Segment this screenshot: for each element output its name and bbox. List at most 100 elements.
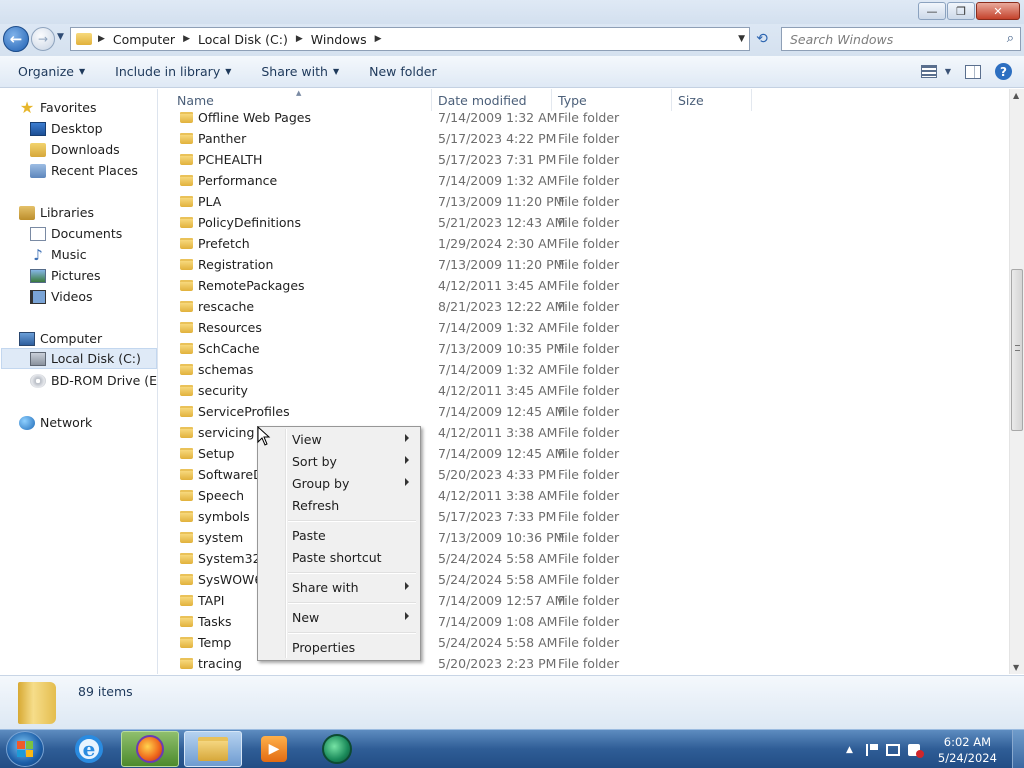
breadcrumb-local-disk[interactable]: Local Disk (C:): [198, 32, 288, 47]
menu-item-new[interactable]: New: [260, 606, 418, 628]
file-name: Temp: [198, 635, 232, 650]
table-row[interactable]: ServiceProfiles 7/14/2009 12:45 AM File fo…: [160, 401, 1010, 422]
sidebar-item-recent-places[interactable]: Recent Places: [30, 160, 138, 181]
taskbar-internet-explorer[interactable]: e: [60, 731, 118, 767]
new-folder-button[interactable]: New folder: [369, 64, 437, 79]
command-bar: Organize ▼ Include in library ▼ Share with…: [0, 56, 1024, 88]
taskbar-windows-explorer[interactable]: [184, 731, 242, 767]
menu-separator: [288, 520, 416, 522]
file-name: rescache: [198, 299, 255, 314]
menu-item-share-with[interactable]: Share with: [260, 576, 418, 598]
table-row[interactable]: PolicyDefinitions 5/21/2023 12:43 AM File …: [160, 212, 1010, 233]
sidebar-item-favorites[interactable]: ★ Favorites: [19, 97, 97, 118]
view-controls: ▼ ?: [920, 63, 1012, 80]
minimize-button[interactable]: —: [918, 2, 946, 20]
file-date-modified: 7/14/2009 12:57 AM: [438, 593, 566, 608]
sidebar-item-videos[interactable]: Videos: [30, 286, 93, 307]
computer-icon: [19, 331, 35, 346]
table-row[interactable]: security 4/12/2011 3:45 AM File folder: [160, 380, 1010, 401]
help-icon[interactable]: ?: [995, 63, 1012, 80]
breadcrumb-computer[interactable]: Computer: [113, 32, 175, 47]
include-in-library-button[interactable]: Include in library ▼: [115, 64, 231, 79]
table-row[interactable]: Registration 7/13/2009 11:20 PM File folde…: [160, 254, 1010, 275]
sidebar-item-pictures[interactable]: Pictures: [30, 265, 101, 286]
menu-item-group-by[interactable]: Group by: [260, 472, 418, 494]
back-button[interactable]: ←: [3, 26, 29, 52]
breadcrumb-windows[interactable]: Windows: [311, 32, 367, 47]
sidebar-item-desktop[interactable]: Desktop: [30, 118, 103, 139]
file-name: Resources: [198, 320, 262, 335]
folder-icon: [180, 322, 193, 333]
start-button[interactable]: [6, 731, 44, 767]
vertical-scrollbar[interactable]: ▲ ▼: [1009, 89, 1024, 674]
sidebar-item-computer[interactable]: Computer: [19, 328, 102, 349]
sidebar-item-label: Documents: [51, 226, 123, 241]
taskbar-firefox[interactable]: [121, 731, 179, 767]
table-row[interactable]: SchCache 7/13/2009 10:35 PM File folder: [160, 338, 1010, 359]
search-icon[interactable]: ⌕: [1007, 31, 1014, 46]
preview-pane-icon[interactable]: [965, 64, 981, 79]
folder-icon: [180, 574, 193, 585]
media-player-icon: ▶: [261, 736, 287, 762]
close-button[interactable]: ✕: [976, 2, 1020, 20]
scrollbar-thumb[interactable]: [1011, 269, 1023, 431]
volume-muted-icon[interactable]: [907, 743, 924, 758]
sidebar-item-documents[interactable]: Documents: [30, 223, 122, 244]
file-type: File folder: [558, 131, 620, 146]
show-desktop-button[interactable]: [1012, 730, 1024, 768]
breadcrumb-arrow-icon[interactable]: ▶: [98, 34, 105, 44]
breadcrumb-arrow-icon[interactable]: ▶: [183, 34, 190, 44]
menu-item-sort-by[interactable]: Sort by: [260, 450, 418, 472]
address-history-dropdown[interactable]: ▼: [738, 34, 745, 44]
table-row[interactable]: PLA 7/13/2009 11:20 PM File folder: [160, 191, 1010, 212]
file-type: File folder: [558, 614, 620, 629]
share-with-button[interactable]: Share with ▼: [261, 64, 339, 79]
file-date-modified: 7/13/2009 10:35 PM: [438, 341, 565, 356]
table-row[interactable]: Performance 7/14/2009 1:32 AM File folder: [160, 170, 1010, 191]
change-view-button[interactable]: ▼: [920, 65, 951, 78]
sidebar-item-libraries[interactable]: Libraries: [19, 202, 94, 223]
menu-item-properties[interactable]: Properties: [260, 636, 418, 658]
pictures-icon: [30, 268, 46, 283]
action-center-flag-icon[interactable]: [865, 743, 878, 756]
search-input[interactable]: Search Windows ⌕: [781, 27, 1021, 51]
table-row[interactable]: Panther 5/17/2023 4:22 PM File folder: [160, 128, 1010, 149]
scroll-up-icon[interactable]: ▲: [1013, 91, 1019, 100]
table-row[interactable]: PCHEALTH 5/17/2023 7:31 PM File folder: [160, 149, 1010, 170]
show-hidden-icons-icon[interactable]: ▲: [846, 745, 853, 755]
table-row[interactable]: Prefetch 1/29/2024 2:30 AM File folder: [160, 233, 1010, 254]
documents-icon: [30, 226, 46, 241]
sidebar-item-network[interactable]: Network: [19, 412, 92, 433]
sidebar-item-downloads[interactable]: Downloads: [30, 139, 120, 160]
menu-item-label: Share with: [292, 579, 359, 595]
organize-button[interactable]: Organize ▼: [18, 64, 85, 79]
scroll-down-icon[interactable]: ▼: [1013, 663, 1019, 672]
sidebar-item-music[interactable]: ♪ Music: [30, 244, 86, 265]
sidebar-item-local-disk[interactable]: Local Disk (C:): [1, 348, 157, 369]
recent-pages-dropdown[interactable]: ▼: [57, 32, 64, 42]
table-row[interactable]: schemas 7/14/2009 1:32 AM File folder: [160, 359, 1010, 380]
taskbar-media-player[interactable]: ▶: [245, 731, 303, 767]
maximize-button[interactable]: ❐: [947, 2, 975, 20]
sidebar-item-bd-rom[interactable]: BD-ROM Drive (E:) G: [30, 370, 157, 391]
taskbar-green-app[interactable]: [308, 731, 366, 767]
table-row[interactable]: RemotePackages 4/12/2011 3:45 AM File fold…: [160, 275, 1010, 296]
forward-button[interactable]: →: [31, 27, 55, 51]
menu-item-paste-shortcut[interactable]: Paste shortcut: [260, 546, 418, 568]
table-row[interactable]: Resources 7/14/2009 1:32 AM File folder: [160, 317, 1010, 338]
breadcrumb-arrow-icon[interactable]: ▶: [296, 34, 303, 44]
table-row[interactable]: rescache 8/21/2023 12:22 AM File folder: [160, 296, 1010, 317]
clock[interactable]: 6:02 AM 5/24/2024: [938, 734, 997, 766]
menu-item-refresh[interactable]: Refresh: [260, 494, 418, 516]
network-icon[interactable]: [885, 743, 900, 756]
refresh-button[interactable]: ⟲: [752, 29, 772, 49]
file-type: File folder: [558, 467, 620, 482]
address-bar[interactable]: ▶ Computer ▶ Local Disk (C:) ▶ Windows ▶…: [70, 27, 750, 51]
submenu-arrow-icon: [405, 582, 409, 590]
folder-icon: [180, 448, 193, 459]
file-name: System32: [198, 551, 261, 566]
menu-item-view[interactable]: View: [260, 428, 418, 450]
breadcrumb-arrow-icon[interactable]: ▶: [375, 34, 382, 44]
menu-item-paste[interactable]: Paste: [260, 524, 418, 546]
table-row[interactable]: Offline Web Pages 7/14/2009 1:32 AM File f…: [160, 107, 1010, 128]
